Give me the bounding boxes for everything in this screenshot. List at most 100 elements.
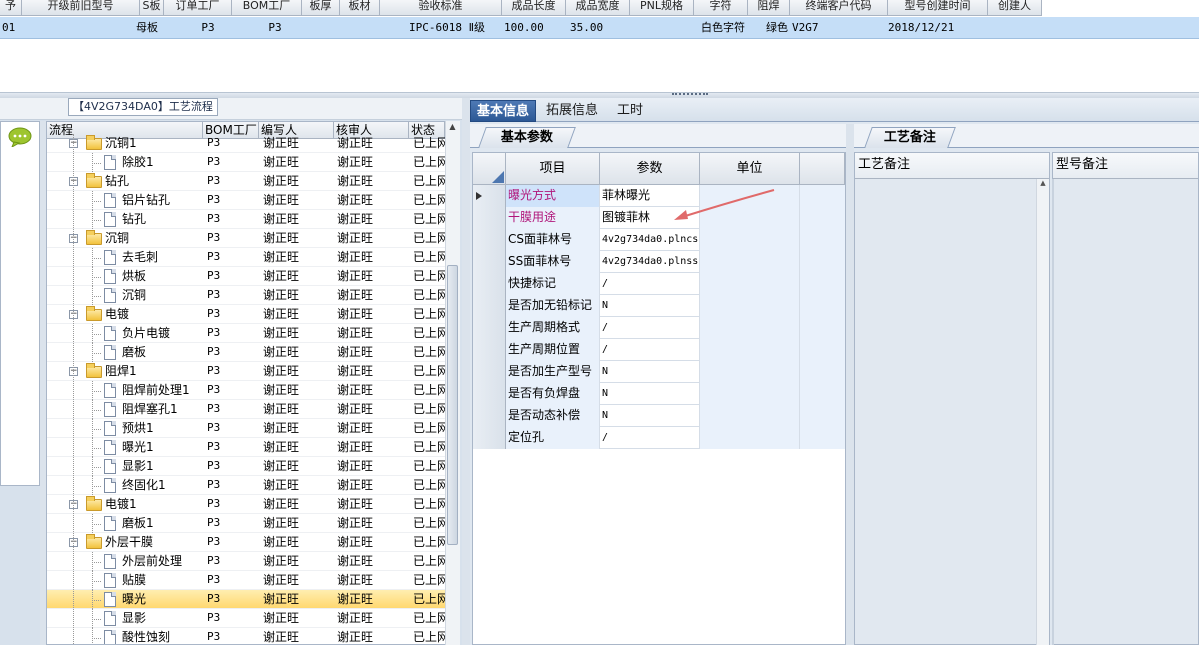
tree-scrollbar-thumb[interactable]: [447, 265, 458, 545]
middle-vertical-splitter[interactable]: [462, 98, 470, 645]
tree-row[interactable]: − 外层干膜 P3 谢正旺 谢正旺 已上网: [47, 533, 447, 552]
tab-work-hours[interactable]: 工时: [611, 100, 649, 122]
scroll-up-arrow-icon[interactable]: ▲: [447, 122, 458, 132]
tree-row[interactable]: 钻孔 P3 谢正旺 谢正旺 已上网: [47, 210, 447, 229]
tree-row[interactable]: 磨板1 P3 谢正旺 谢正旺 已上网: [47, 514, 447, 533]
tree-row[interactable]: 显影1 P3 谢正旺 谢正旺 已上网: [47, 457, 447, 476]
order-grid-header-14[interactable]: 型号创建时间: [888, 0, 988, 16]
param-unit[interactable]: [700, 383, 800, 405]
param-unit[interactable]: [700, 339, 800, 361]
splitter-grip-icon[interactable]: [672, 93, 708, 97]
param-row[interactable]: 干膜用途 图镀菲林: [473, 207, 845, 229]
param-row[interactable]: 是否加无铅标记 N: [473, 295, 845, 317]
order-grid-header-9[interactable]: 成品宽度: [566, 0, 630, 16]
tree-row[interactable]: 终固化1 P3 谢正旺 谢正旺 已上网: [47, 476, 447, 495]
tree-row[interactable]: 负片电镀 P3 谢正旺 谢正旺 已上网: [47, 324, 447, 343]
tree-row[interactable]: − 电镀 P3 谢正旺 谢正旺 已上网: [47, 305, 447, 324]
param-value[interactable]: 4v2g734da0.plnss: [600, 251, 700, 273]
row-indicator[interactable]: [473, 361, 506, 383]
param-value[interactable]: N: [600, 405, 700, 427]
tree-row[interactable]: 沉铜 P3 谢正旺 谢正旺 已上网: [47, 286, 447, 305]
param-row[interactable]: 生产周期格式 /: [473, 317, 845, 339]
params-header-item[interactable]: 项目: [506, 153, 600, 185]
process-remarks-scrollbar[interactable]: ▲: [1036, 179, 1049, 645]
row-indicator[interactable]: [473, 207, 506, 229]
row-indicator[interactable]: [473, 339, 506, 361]
param-unit[interactable]: [700, 295, 800, 317]
param-value[interactable]: /: [600, 273, 700, 295]
param-unit[interactable]: [700, 317, 800, 339]
tab-basic-params[interactable]: 基本参数: [478, 127, 576, 148]
row-indicator[interactable]: [473, 251, 506, 273]
param-row[interactable]: 定位孔 /: [473, 427, 845, 449]
tree-row[interactable]: 去毛刺 P3 谢正旺 谢正旺 已上网: [47, 248, 447, 267]
order-grid-header-0[interactable]: 予: [0, 0, 22, 16]
param-unit[interactable]: [700, 405, 800, 427]
order-grid-header-13[interactable]: 终端客户代码: [790, 0, 888, 16]
tree-row[interactable]: 贴膜 P3 谢正旺 谢正旺 已上网: [47, 571, 447, 590]
param-value[interactable]: /: [600, 339, 700, 361]
tree-row[interactable]: 曝光 P3 谢正旺 谢正旺 已上网: [47, 590, 447, 609]
tree-row[interactable]: − 钻孔 P3 谢正旺 谢正旺 已上网: [47, 172, 447, 191]
param-value[interactable]: N: [600, 295, 700, 317]
row-indicator[interactable]: [473, 383, 506, 405]
tree-row[interactable]: 磨板 P3 谢正旺 谢正旺 已上网: [47, 343, 447, 362]
comment-box[interactable]: [0, 121, 40, 486]
tree-row[interactable]: 酸性蚀刻 P3 谢正旺 谢正旺 已上网: [47, 628, 447, 644]
tree-row[interactable]: 烘板 P3 谢正旺 谢正旺 已上网: [47, 267, 447, 286]
param-unit[interactable]: [700, 361, 800, 383]
model-remarks-box[interactable]: 型号备注: [1052, 152, 1199, 645]
param-row[interactable]: CS面菲林号 4v2g734da0.plncs: [473, 229, 845, 251]
param-unit[interactable]: [700, 251, 800, 273]
param-unit[interactable]: [700, 273, 800, 295]
order-grid-header-7[interactable]: 验收标准: [380, 0, 502, 16]
order-grid-header-11[interactable]: 字符: [694, 0, 748, 16]
param-unit[interactable]: [700, 427, 800, 449]
param-value[interactable]: /: [600, 317, 700, 339]
param-row[interactable]: 是否动态补偿 N: [473, 405, 845, 427]
tree-row[interactable]: 除胶1 P3 谢正旺 谢正旺 已上网: [47, 153, 447, 172]
row-indicator[interactable]: [473, 185, 506, 207]
param-value[interactable]: N: [600, 383, 700, 405]
param-value[interactable]: 4v2g734da0.plncs: [600, 229, 700, 251]
tree-row[interactable]: 预烘1 P3 谢正旺 谢正旺 已上网: [47, 419, 447, 438]
param-row[interactable]: 生产周期位置 /: [473, 339, 845, 361]
order-grid-header-6[interactable]: 板材: [340, 0, 380, 16]
tree-row[interactable]: 外层前处理 P3 谢正旺 谢正旺 已上网: [47, 552, 447, 571]
param-row[interactable]: 快捷标记 /: [473, 273, 845, 295]
param-row[interactable]: 是否有负焊盘 N: [473, 383, 845, 405]
param-unit[interactable]: [700, 229, 800, 251]
row-indicator[interactable]: [473, 273, 506, 295]
param-row[interactable]: 是否加生产型号 N: [473, 361, 845, 383]
right-vertical-splitter[interactable]: [846, 124, 854, 645]
tab-process-remarks[interactable]: 工艺备注: [864, 127, 956, 148]
tree-row[interactable]: − 沉铜 P3 谢正旺 谢正旺 已上网: [47, 229, 447, 248]
tree-row[interactable]: 铝片钻孔 P3 谢正旺 谢正旺 已上网: [47, 191, 447, 210]
params-header-unit[interactable]: 单位: [700, 153, 800, 185]
row-indicator[interactable]: [473, 317, 506, 339]
param-value[interactable]: /: [600, 427, 700, 449]
tree-row[interactable]: 显影 P3 谢正旺 谢正旺 已上网: [47, 609, 447, 628]
order-grid-header-1[interactable]: 开级前旧型号: [22, 0, 140, 16]
process-remarks-box[interactable]: 工艺备注: [854, 152, 1050, 645]
tab-basic-info[interactable]: 基本信息: [470, 100, 537, 122]
order-grid-header-12[interactable]: 阻焊: [748, 0, 790, 16]
order-grid-header-3[interactable]: 订单工厂: [164, 0, 232, 16]
tree-row[interactable]: − 阻焊1 P3 谢正旺 谢正旺 已上网: [47, 362, 447, 381]
order-grid-header-10[interactable]: PNL规格: [630, 0, 694, 16]
order-grid-header-8[interactable]: 成品长度: [502, 0, 566, 16]
order-grid-header-5[interactable]: 板厚: [302, 0, 340, 16]
tree-row[interactable]: 阻焊前处理1 P3 谢正旺 谢正旺 已上网: [47, 381, 447, 400]
param-value[interactable]: N: [600, 361, 700, 383]
tree-row[interactable]: − 电镀1 P3 谢正旺 谢正旺 已上网: [47, 495, 447, 514]
row-indicator[interactable]: [473, 405, 506, 427]
tree-row[interactable]: 阻焊塞孔1 P3 谢正旺 谢正旺 已上网: [47, 400, 447, 419]
order-grid-header-4[interactable]: BOM工厂: [232, 0, 302, 16]
param-row[interactable]: 曝光方式 菲林曝光: [473, 185, 845, 207]
speech-bubble-icon[interactable]: [8, 127, 32, 147]
row-indicator[interactable]: [473, 229, 506, 251]
order-grid-header-2[interactable]: S板: [140, 0, 164, 16]
row-indicator[interactable]: [473, 295, 506, 317]
row-indicator[interactable]: [473, 427, 506, 449]
order-grid-header-15[interactable]: 创建人: [988, 0, 1042, 16]
